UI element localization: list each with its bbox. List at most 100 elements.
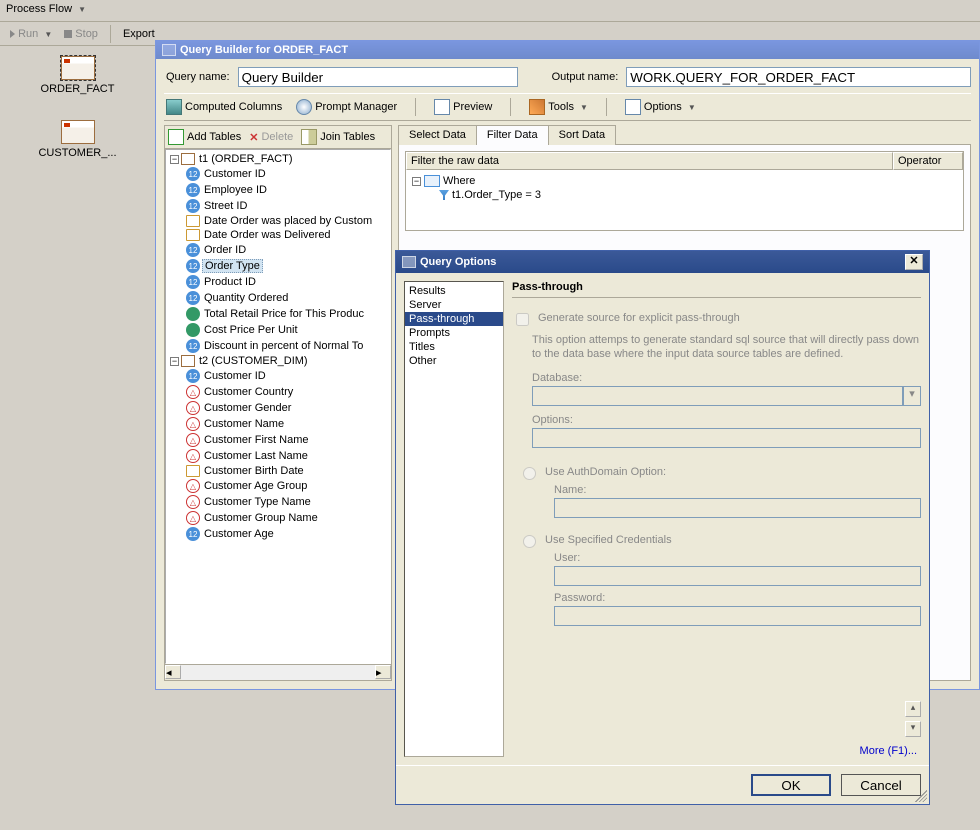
nav-item-titles[interactable]: Titles	[405, 340, 503, 354]
output-name-input[interactable]	[626, 67, 971, 87]
tree-toolbar: Add Tables ✕ Delete Join Tables	[165, 126, 391, 149]
authdomain-label: Use AuthDomain Option:	[545, 466, 666, 478]
tab-filter-data[interactable]: Filter Data	[476, 125, 549, 145]
options-nav[interactable]: ResultsServerPass-throughPromptsTitlesOt…	[404, 281, 504, 757]
column-node[interactable]: △Customer First Name	[170, 432, 390, 448]
nav-item-results[interactable]: Results	[405, 284, 503, 298]
add-icon	[168, 129, 184, 145]
prompt-icon	[296, 99, 312, 115]
separator	[606, 98, 607, 116]
window-title: Query Builder for ORDER_FACT	[180, 44, 348, 56]
tab-sort-data[interactable]: Sort Data	[548, 125, 616, 145]
column-label: Customer Group Name	[202, 512, 320, 524]
resize-grip[interactable]	[915, 790, 927, 802]
add-tables-button[interactable]: Add Tables	[168, 129, 241, 145]
generate-source-label: Generate source for explicit pass-throug…	[538, 312, 740, 324]
scroll-down-button[interactable]: ▾	[905, 721, 921, 737]
v-scrollbar[interactable]: ▴ ▾	[905, 281, 921, 757]
ok-button[interactable]: OK	[751, 774, 831, 796]
table-icon	[61, 56, 95, 80]
computed-columns-button[interactable]: Computed Columns	[166, 99, 282, 115]
column-node[interactable]: Total Retail Price for This Produc	[170, 306, 390, 322]
column-node[interactable]: △Customer Last Name	[170, 448, 390, 464]
btn-label: Computed Columns	[185, 101, 282, 113]
scroll-left-button[interactable]: ◂	[165, 665, 181, 679]
export-button[interactable]: Export	[119, 26, 159, 42]
join-tables-button[interactable]: Join Tables	[301, 129, 375, 145]
column-node[interactable]: 12Street ID	[170, 198, 390, 214]
query-options-dialog: Query Options ✕ ResultsServerPass-throug…	[395, 250, 930, 805]
date-icon	[186, 215, 200, 227]
collapse-icon[interactable]: −	[170, 155, 179, 164]
usecred-label: Use Specified Credentials	[545, 534, 672, 546]
preview-icon	[434, 99, 450, 115]
dialog-titlebar: Query Options ✕	[396, 251, 929, 273]
options-button[interactable]: Options ▼	[625, 99, 696, 115]
more-help-link[interactable]: More (F1)...	[512, 745, 921, 757]
query-name-input[interactable]	[238, 67, 518, 87]
column-node[interactable]: △Customer Name	[170, 416, 390, 432]
table-node[interactable]: −t2 (CUSTOMER_DIM)	[170, 354, 390, 368]
dataset-customer[interactable]: CUSTOMER_...	[10, 120, 145, 159]
column-node[interactable]: 12Customer ID	[170, 166, 390, 182]
column-node[interactable]: Date Order was placed by Custom	[170, 214, 390, 228]
column-node[interactable]: 12Product ID	[170, 274, 390, 290]
column-node[interactable]: △Customer Gender	[170, 400, 390, 416]
prompt-manager-button[interactable]: Prompt Manager	[296, 99, 397, 115]
column-node[interactable]: △Customer Group Name	[170, 510, 390, 526]
column-node[interactable]: Cost Price Per Unit	[170, 322, 390, 338]
txt-icon: △	[186, 479, 200, 493]
preview-button[interactable]: Preview	[434, 99, 492, 115]
date-icon	[186, 229, 200, 241]
column-label: Order ID	[202, 244, 248, 256]
tab-select-data[interactable]: Select Data	[398, 125, 477, 145]
column-node[interactable]: Date Order was Delivered	[170, 228, 390, 242]
column-node[interactable]: △Customer Age Group	[170, 478, 390, 494]
nav-item-passthrough[interactable]: Pass-through	[405, 312, 503, 326]
column-node[interactable]: △Customer Type Name	[170, 494, 390, 510]
column-node[interactable]: 12Order ID	[170, 242, 390, 258]
num-icon: 12	[186, 243, 200, 257]
filter-tree[interactable]: − Where t1.Order_Type = 3	[406, 170, 963, 230]
menu-process-flow[interactable]: Process Flow ▼	[6, 3, 86, 15]
txt-icon: △	[186, 449, 200, 463]
where-label: Where	[443, 175, 475, 187]
menu-label: Process Flow	[6, 3, 72, 15]
tools-button[interactable]: Tools ▼	[529, 99, 588, 115]
nav-item-server[interactable]: Server	[405, 298, 503, 312]
tables-tree[interactable]: −t1 (ORDER_FACT)12Customer ID12Employee …	[166, 150, 390, 544]
run-button[interactable]: Run ▼	[6, 26, 56, 42]
filter-condition: t1.Order_Type = 3	[452, 189, 541, 201]
scroll-up-button[interactable]: ▴	[905, 701, 921, 717]
nav-item-prompts[interactable]: Prompts	[405, 326, 503, 340]
collapse-icon[interactable]: −	[412, 177, 421, 186]
scroll-right-button[interactable]: ▸	[375, 665, 391, 679]
query-name-label: Query name:	[164, 71, 232, 83]
nav-item-other[interactable]: Other	[405, 354, 503, 368]
collapse-icon[interactable]: −	[170, 357, 179, 366]
column-label: Customer Type Name	[202, 496, 313, 508]
generate-source-checkbox[interactable]	[516, 313, 529, 326]
column-node[interactable]: 12Order Type	[170, 258, 390, 274]
column-node[interactable]: 12Discount in percent of Normal To	[170, 338, 390, 354]
column-node[interactable]: 12Customer ID	[170, 368, 390, 384]
table-icon	[181, 355, 195, 367]
h-scrollbar[interactable]: ◂ ▸	[165, 664, 391, 680]
column-node[interactable]: 12Quantity Ordered	[170, 290, 390, 306]
close-button[interactable]: ✕	[905, 254, 923, 270]
table-node[interactable]: −t1 (ORDER_FACT)	[170, 152, 390, 166]
dialog-footer: OK Cancel	[396, 765, 929, 804]
dataset-order-fact[interactable]: ORDER_FACT	[10, 56, 145, 95]
column-node[interactable]: △Customer Country	[170, 384, 390, 400]
column-label: Customer Birth Date	[202, 465, 306, 477]
qb-toolbar: Computed Columns Prompt Manager Preview …	[164, 93, 971, 121]
column-label: Street ID	[202, 200, 249, 212]
column-node[interactable]: Customer Birth Date	[170, 464, 390, 478]
btn-label: Preview	[453, 101, 492, 113]
column-node[interactable]: 12Customer Age	[170, 526, 390, 542]
column-label: Product ID	[202, 276, 258, 288]
delete-button: ✕ Delete	[249, 129, 293, 145]
column-node[interactable]: 12Employee ID	[170, 182, 390, 198]
cancel-button[interactable]: Cancel	[841, 774, 921, 796]
join-icon	[301, 129, 317, 145]
